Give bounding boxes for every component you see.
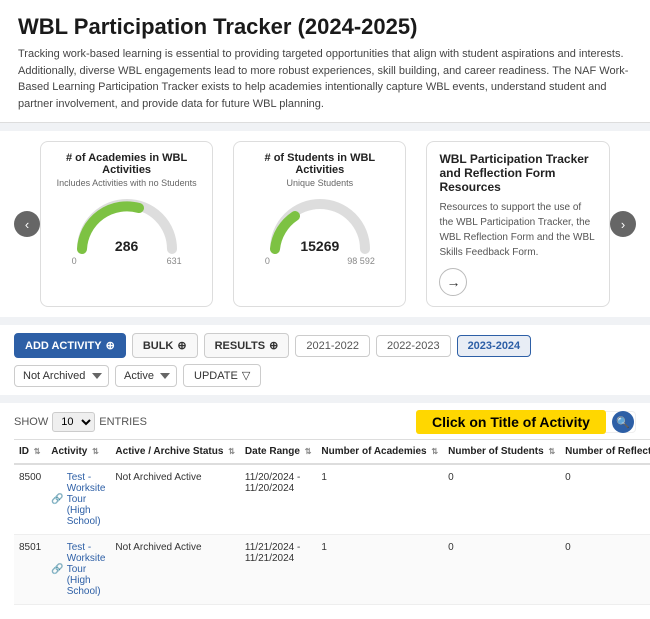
row2-reflections: 0 [560,535,650,605]
entries-select[interactable]: 10 [52,412,95,432]
academies-card-title: # of Academies in WBL Activities [55,152,198,176]
carousel-prev-button[interactable]: ‹ [14,211,40,237]
sort-icon-status: ⇅ [228,447,235,456]
students-gauge-max: 98 592 [347,256,375,266]
row1-reflections: 0 [560,464,650,535]
students-gauge-min: 0 [265,256,270,266]
filter-row: Not Archived Active UPDATE ▽ [14,364,636,387]
toolbar-section: ADD ACTIVITY ⊕ BULK ⊕ RESULTS ⊕ 2021-202… [0,325,650,395]
update-label: UPDATE [194,370,238,382]
row1-activity-link[interactable]: 🔗 Test - Worksite Tour (High School) [51,472,105,527]
students-stat-card: # of Students in WBL Activities Unique S… [233,141,406,307]
year-2021-2022-button[interactable]: 2021-2022 [295,335,370,357]
students-gauge: 15269 [265,194,375,254]
row1-academies: 1 [316,464,443,535]
entries-label: ENTRIES [99,416,147,428]
sort-icon-academies: ⇅ [431,447,438,456]
row1-date: 11/20/2024 - 11/20/2024 [240,464,317,535]
table-controls: SHOW 10 ENTRIES Click on Title of Activi… [14,411,636,433]
search-box-wrapper: Click on Title of Activity 🔍 [416,411,636,433]
search-input[interactable] [416,411,636,433]
row1-activity-label: Test - Worksite Tour (High School) [67,472,106,527]
resources-card: WBL Participation Tracker and Reflection… [426,141,610,307]
col-id: ID ⇅ [14,440,46,465]
academies-gauge-value: 286 [115,238,138,254]
resources-card-description: Resources to support the use of the WBL … [439,200,597,260]
row2-activity-label: Test - Worksite Tour (High School) [67,542,106,597]
students-card-title: # of Students in WBL Activities [248,152,391,176]
row2-academies: 1 [316,535,443,605]
academies-card-subtitle: Includes Activities with no Students [57,178,197,188]
bulk-label: BULK [143,340,174,352]
results-label: RESULTS [215,340,266,352]
col-reflections: Number of Reflections Completed ⇅ [560,440,650,465]
year-2022-2023-button[interactable]: 2022-2023 [376,335,451,357]
row1-students: 0 [443,464,560,535]
col-num-students: Number of Students ⇅ [443,440,560,465]
col-status: Active / Archive Status ⇅ [110,440,240,465]
sort-icon-activity: ⇅ [92,447,99,456]
results-button[interactable]: RESULTS ⊕ [204,333,290,358]
bulk-button[interactable]: BULK ⊕ [132,333,198,358]
bulk-icon: ⊕ [177,339,186,352]
row2-students: 0 [443,535,560,605]
search-icon: 🔍 [616,416,630,429]
table-row: 8500 🔗 Test - Worksite Tour (High School… [14,464,650,535]
page-description: Tracking work-based learning is essentia… [18,46,632,112]
students-card-subtitle: Unique Students [287,178,354,188]
status-filter-select[interactable]: Active [115,365,177,387]
col-num-academies: Number of Academies ⇅ [316,440,443,465]
academies-gauge-min: 0 [72,256,77,266]
students-gauge-labels: 0 98 592 [265,256,375,266]
data-table: ID ⇅ Activity ⇅ Active / Archive Status … [14,439,650,605]
link-icon: 🔗 [51,494,63,505]
show-entries: SHOW 10 ENTRIES [14,412,147,432]
update-button[interactable]: UPDATE ▽ [183,364,261,387]
add-activity-button[interactable]: ADD ACTIVITY ⊕ [14,333,126,358]
carousel-next-button[interactable]: › [610,211,636,237]
cards-section: ‹ # of Academies in WBL Activities Inclu… [0,131,650,317]
row2-activity-link[interactable]: 🔗 Test - Worksite Tour (High School) [51,542,105,597]
resources-arrow-button[interactable]: → [439,268,467,296]
academies-stat-card: # of Academies in WBL Activities Include… [40,141,213,307]
academies-gauge-max: 631 [167,256,182,266]
row2-activity: 🔗 Test - Worksite Tour (High School) [46,535,110,605]
sort-icon-id: ⇅ [34,447,41,456]
results-icon: ⊕ [269,339,278,352]
sort-icon-students: ⇅ [548,447,555,456]
page-title: WBL Participation Tracker (2024-2025) [18,14,632,40]
row2-date: 11/21/2024 - 11/21/2024 [240,535,317,605]
cards-inner: # of Academies in WBL Activities Include… [40,141,610,307]
toolbar-buttons-row: ADD ACTIVITY ⊕ BULK ⊕ RESULTS ⊕ 2021-202… [14,333,636,358]
row1-status: Not Archived Active [110,464,240,535]
header-section: WBL Participation Tracker (2024-2025) Tr… [0,0,650,123]
col-activity: Activity ⇅ [46,440,110,465]
row1-id: 8500 [14,464,46,535]
search-button[interactable]: 🔍 [612,411,634,433]
row1-activity: 🔗 Test - Worksite Tour (High School) [46,464,110,535]
page-container: WBL Participation Tracker (2024-2025) Tr… [0,0,650,619]
filter-icon: ▽ [242,369,250,382]
col-date-range: Date Range ⇅ [240,440,317,465]
row2-status: Not Archived Active [110,535,240,605]
table-header-row: ID ⇅ Activity ⇅ Active / Archive Status … [14,440,650,465]
resources-card-title: WBL Participation Tracker and Reflection… [439,152,597,194]
table-row: 8501 🔗 Test - Worksite Tour (High School… [14,535,650,605]
link-icon-2: 🔗 [51,564,63,575]
students-gauge-value: 15269 [300,238,339,254]
archive-filter-select[interactable]: Not Archived [14,365,109,387]
academies-gauge: 286 [72,194,182,254]
row2-id: 8501 [14,535,46,605]
table-section: SHOW 10 ENTRIES Click on Title of Activi… [0,403,650,619]
year-2023-2024-button[interactable]: 2023-2024 [457,335,532,357]
sort-icon-date: ⇅ [305,447,312,456]
academies-gauge-labels: 0 631 [72,256,182,266]
add-activity-label: ADD ACTIVITY [25,340,102,352]
add-icon: ⊕ [106,339,115,352]
show-label: SHOW [14,416,48,428]
